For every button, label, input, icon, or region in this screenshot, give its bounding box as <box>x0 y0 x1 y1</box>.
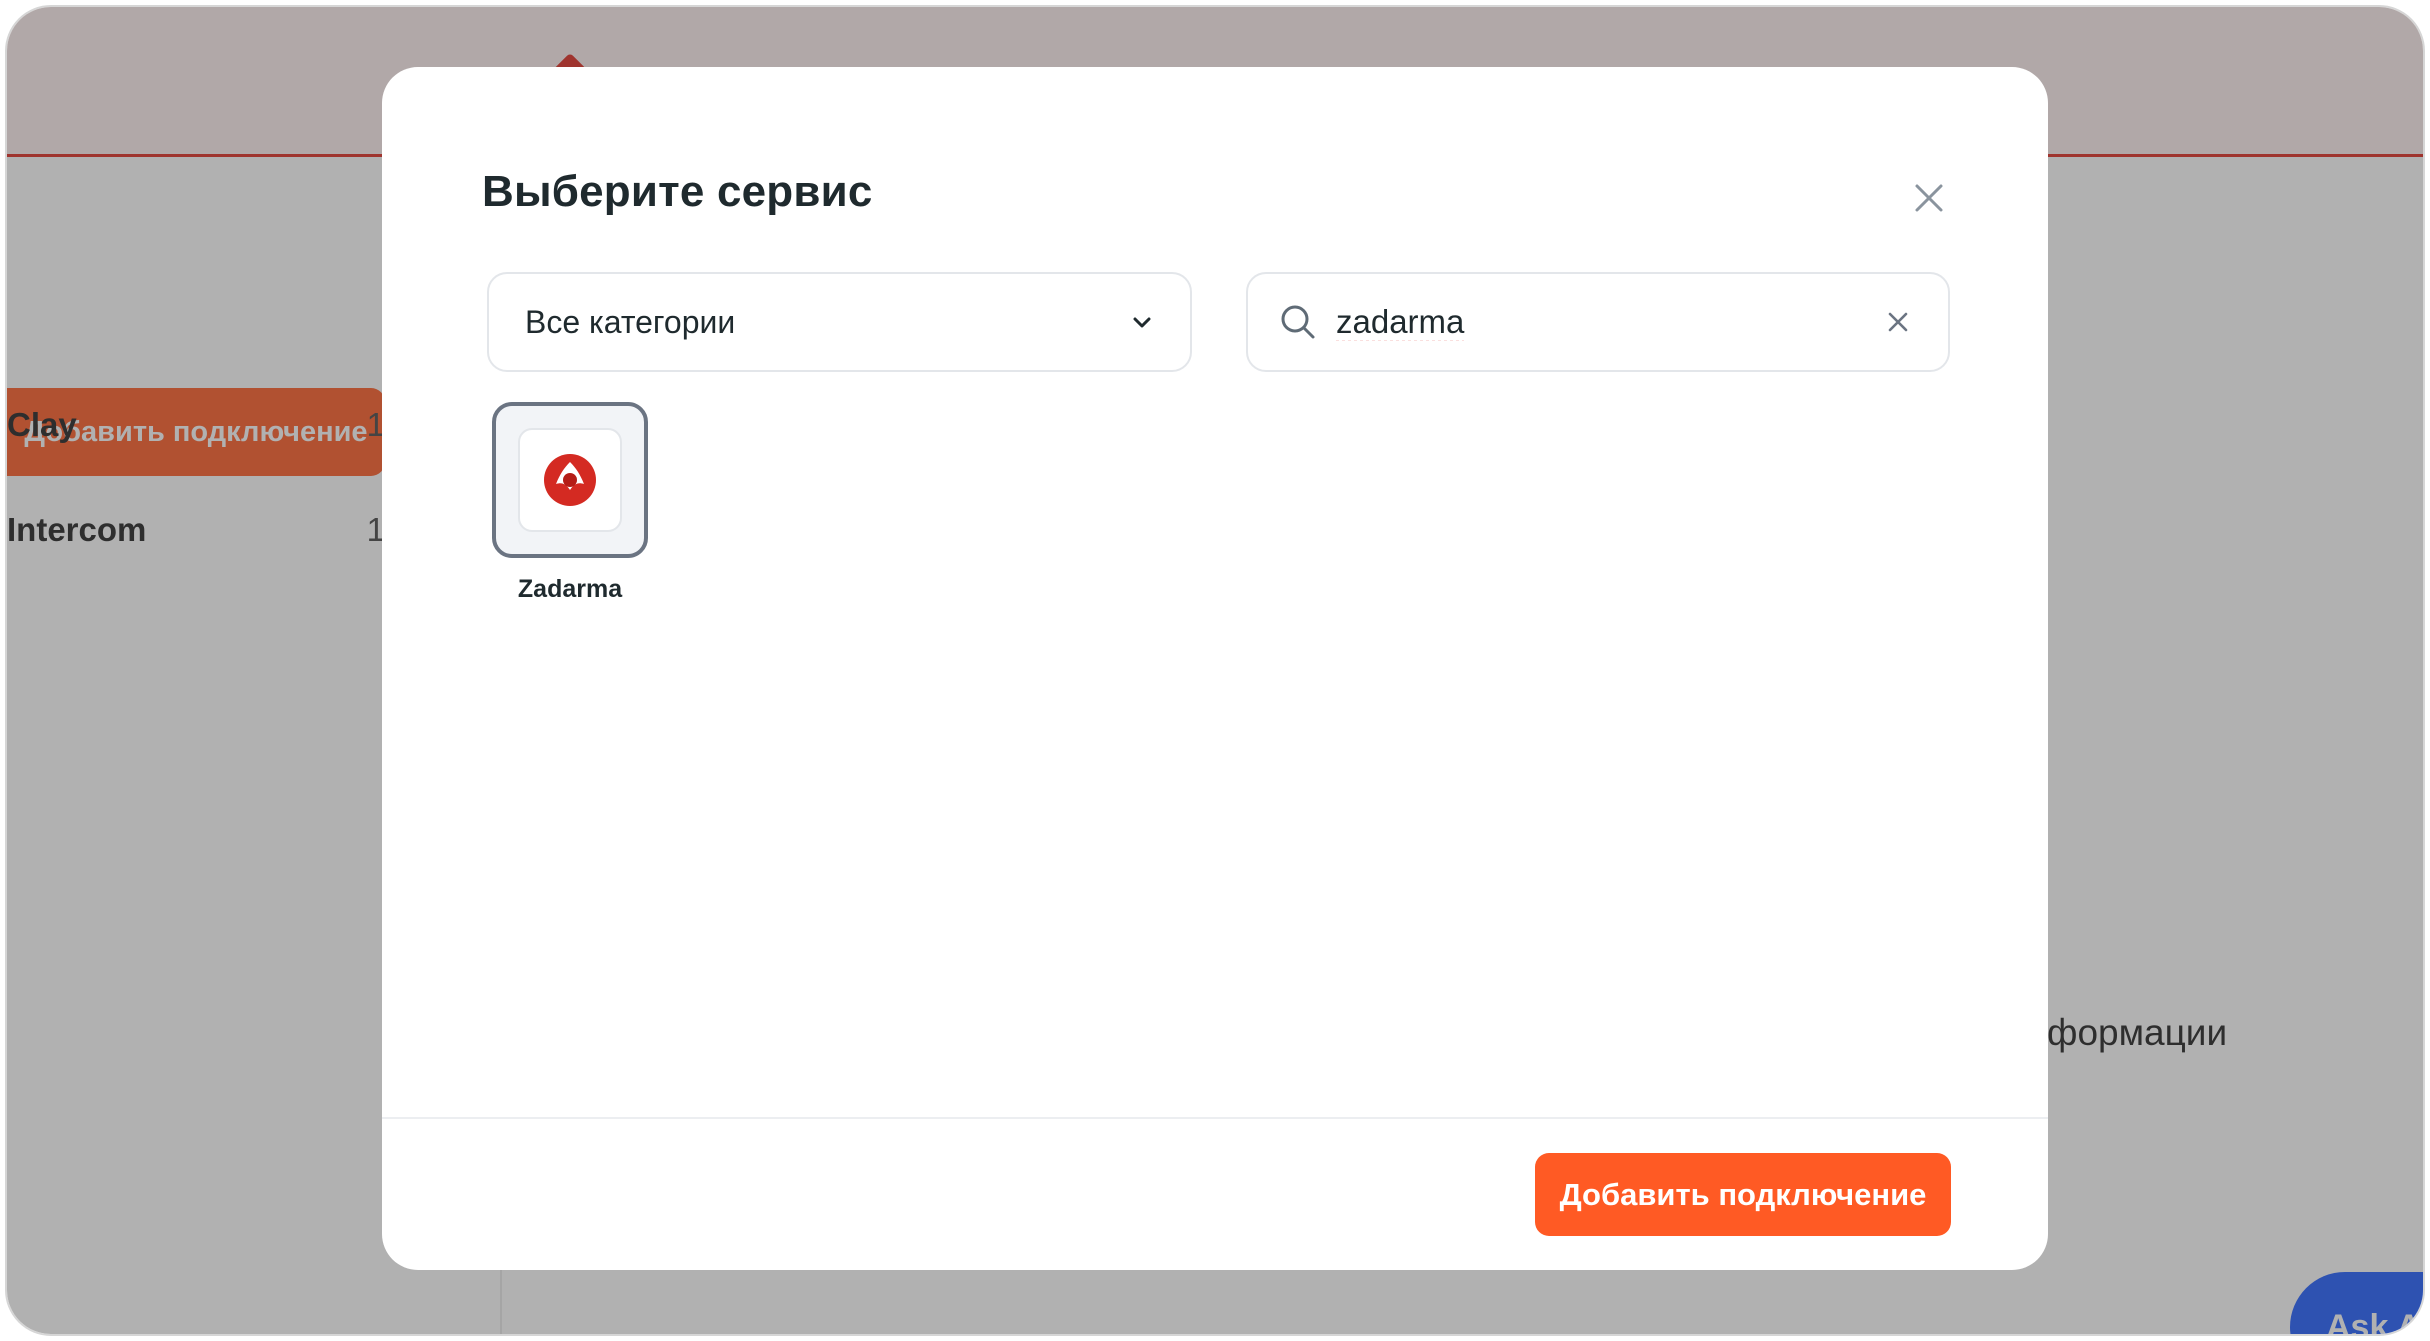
add-connection-button[interactable]: Добавить подключение <box>1535 1153 1951 1236</box>
modal-footer-divider <box>382 1117 2048 1119</box>
search-icon <box>1281 305 1315 339</box>
service-name: Zadarma <box>517 575 623 603</box>
clear-icon <box>1888 312 1908 332</box>
app-window: формации Добавить подключение Clay 1 Int… <box>5 5 2425 1336</box>
service-logo <box>518 428 622 532</box>
clear-search-button[interactable] <box>1878 302 1918 342</box>
zadarma-logo-icon <box>544 454 596 506</box>
search-field[interactable] <box>1246 272 1950 372</box>
close-icon <box>1915 184 1943 212</box>
search-input[interactable] <box>1336 303 1878 341</box>
chevron-down-icon <box>1133 317 1151 328</box>
select-service-modal: Выберите сервис Все категории zadarma Za… <box>382 67 2048 1270</box>
service-card-zadarma[interactable] <box>492 402 648 558</box>
close-button[interactable] <box>1902 171 1956 225</box>
modal-title: Выберите сервис <box>482 167 873 216</box>
category-select[interactable]: Все категории <box>487 272 1192 372</box>
category-select-value: Все категории <box>525 303 736 340</box>
